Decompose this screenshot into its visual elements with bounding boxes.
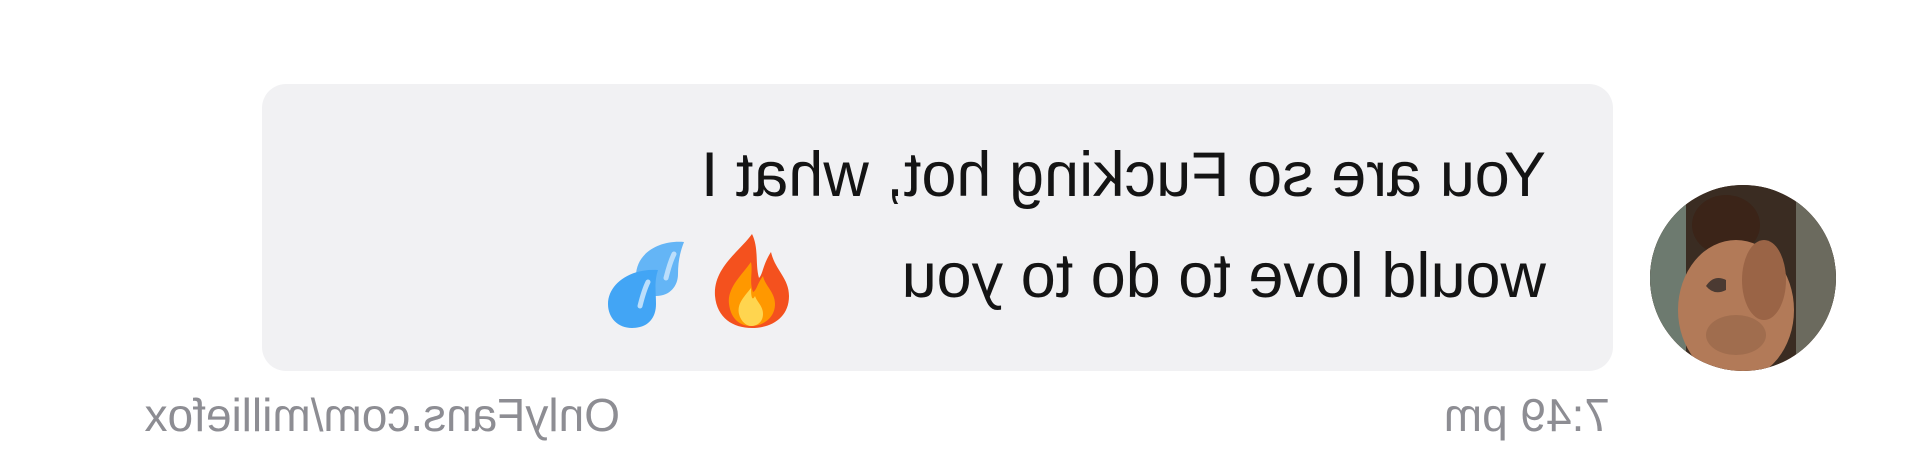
message-text-line-1: You are so Fucking hot, what I — [700, 140, 1546, 210]
avatar-photo — [1650, 185, 1836, 371]
message-timestamp: 7:49 pm — [1443, 389, 1610, 441]
fire-icon — [714, 234, 789, 328]
chat-view: You are so Fucking hot, what I would lov… — [0, 0, 1920, 461]
message-text-line-2: would love to do to you — [901, 241, 1546, 311]
message-bubble[interactable]: You are so Fucking hot, what I would lov… — [262, 84, 1613, 371]
avatar[interactable] — [1650, 185, 1836, 371]
watermark: OnlyFans.com/milliefox — [144, 389, 620, 441]
sweat-droplets-icon — [608, 241, 684, 328]
